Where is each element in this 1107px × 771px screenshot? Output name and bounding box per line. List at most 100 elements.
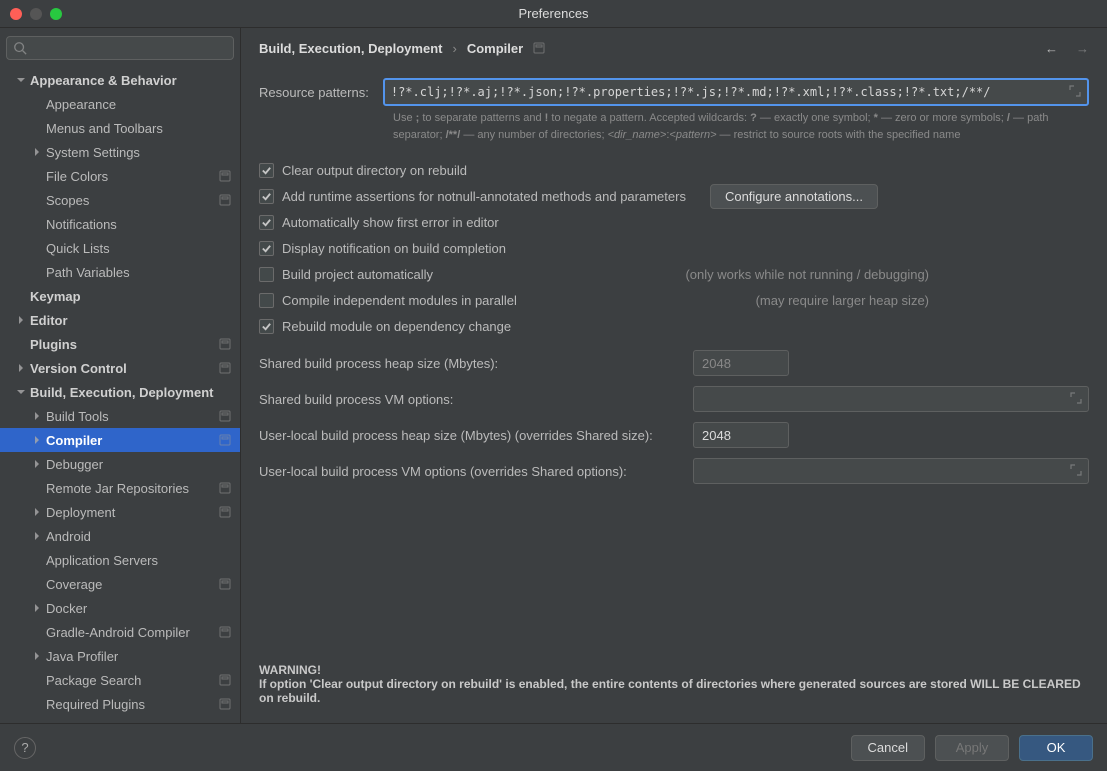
checkbox[interactable] (259, 215, 274, 230)
tree-item-menus-and-toolbars[interactable]: Menus and Toolbars (0, 116, 240, 140)
tree-item-build-tools[interactable]: Build Tools (0, 404, 240, 428)
apply-button: Apply (935, 735, 1009, 761)
project-scope-icon (218, 193, 232, 207)
expand-icon[interactable] (1070, 392, 1082, 407)
settings-tree: Appearance & Behavior Appearance Menus and… (0, 68, 240, 723)
tree-item-label: Docker (46, 601, 232, 616)
resource-patterns-hint: Use ; to separate patterns and ! to nega… (393, 110, 1089, 143)
chevron-right-icon: › (452, 41, 456, 56)
checkbox[interactable] (259, 267, 274, 282)
checkbox-row: Rebuild module on dependency change (259, 313, 1089, 339)
tree-item-deployment[interactable]: Deployment (0, 500, 240, 524)
tree-item-appearance-behavior[interactable]: Appearance & Behavior (0, 68, 240, 92)
checkbox[interactable] (259, 293, 274, 308)
ok-button[interactable]: OK (1019, 735, 1093, 761)
chevron-right-icon (30, 603, 44, 613)
checkbox-label[interactable]: Rebuild module on dependency change (282, 319, 511, 334)
checkbox-row: Clear output directory on rebuild (259, 157, 1089, 183)
tree-item-path-variables[interactable]: Path Variables (0, 260, 240, 284)
checkbox-label[interactable]: Compile independent modules in parallel (282, 293, 517, 308)
checkbox-label[interactable]: Automatically show first error in editor (282, 215, 499, 230)
tree-item-label: Debugger (46, 457, 232, 472)
tree-item-label: Deployment (46, 505, 218, 520)
content-pane: Build, Execution, Deployment › Compiler … (241, 28, 1107, 723)
configure-annotations-button[interactable]: Configure annotations... (710, 184, 878, 209)
tree-item-remote-jar-repositories[interactable]: Remote Jar Repositories (0, 476, 240, 500)
tree-item-appearance[interactable]: Appearance (0, 92, 240, 116)
tree-item-plugins[interactable]: Plugins (0, 332, 240, 356)
project-scope-icon (533, 42, 545, 54)
text-input[interactable] (693, 386, 1089, 412)
tree-item-version-control[interactable]: Version Control (0, 356, 240, 380)
tree-item-android[interactable]: Android (0, 524, 240, 548)
project-scope-icon (218, 505, 232, 519)
tree-item-required-plugins[interactable]: Required Plugins (0, 692, 240, 716)
tree-item-java-profiler[interactable]: Java Profiler (0, 644, 240, 668)
checkbox[interactable] (259, 163, 274, 178)
minimize-window-icon[interactable] (30, 8, 42, 20)
text-input[interactable] (693, 458, 1089, 484)
expand-icon[interactable] (1070, 464, 1082, 479)
titlebar: Preferences (0, 0, 1107, 28)
form-label: Shared build process heap size (Mbytes): (259, 356, 679, 371)
chevron-right-icon (30, 459, 44, 469)
tree-item-label: Build, Execution, Deployment (30, 385, 232, 400)
tree-item-application-servers[interactable]: Application Servers (0, 548, 240, 572)
resource-patterns-label: Resource patterns: (259, 85, 369, 100)
checkbox-label[interactable]: Clear output directory on rebuild (282, 163, 467, 178)
breadcrumb: Build, Execution, Deployment › Compiler … (241, 28, 1107, 68)
tree-item-label: Build Tools (46, 409, 218, 424)
checkbox-note: (only works while not running / debuggin… (685, 267, 1089, 282)
breadcrumb-segment: Compiler (467, 41, 523, 56)
tree-item-debugger[interactable]: Debugger (0, 452, 240, 476)
checkbox[interactable] (259, 241, 274, 256)
form-row: User-local build process VM options (ove… (259, 453, 1089, 489)
tree-item-label: Remote Jar Repositories (46, 481, 218, 496)
text-input[interactable]: 2048 (693, 350, 789, 376)
tree-item-label: Quick Lists (46, 241, 232, 256)
tree-item-label: Appearance & Behavior (30, 73, 232, 88)
project-scope-icon (218, 337, 232, 351)
tree-item-scopes[interactable]: Scopes (0, 188, 240, 212)
checkbox[interactable] (259, 319, 274, 334)
tree-item-build-execution-deployment[interactable]: Build, Execution, Deployment (0, 380, 240, 404)
tree-item-coverage[interactable]: Coverage (0, 572, 240, 596)
chevron-right-icon (30, 507, 44, 517)
tree-item-docker[interactable]: Docker (0, 596, 240, 620)
tree-item-package-search[interactable]: Package Search (0, 668, 240, 692)
checkbox[interactable] (259, 189, 274, 204)
breadcrumb-segment[interactable]: Build, Execution, Deployment (259, 41, 442, 56)
checkbox-label[interactable]: Add runtime assertions for notnull-annot… (282, 189, 686, 204)
tree-item-compiler[interactable]: Compiler (0, 428, 240, 452)
tree-item-label: Compiler (46, 433, 218, 448)
tree-item-notifications[interactable]: Notifications (0, 212, 240, 236)
project-scope-icon (218, 481, 232, 495)
checkbox-label[interactable]: Display notification on build completion (282, 241, 506, 256)
chevron-right-icon (14, 363, 28, 373)
checkbox-row: Automatically show first error in editor (259, 209, 1089, 235)
tree-item-gradle-android-compiler[interactable]: Gradle-Android Compiler (0, 620, 240, 644)
tree-item-label: Coverage (46, 577, 218, 592)
help-button[interactable]: ? (14, 737, 36, 759)
zoom-window-icon[interactable] (50, 8, 62, 20)
tree-item-quick-lists[interactable]: Quick Lists (0, 236, 240, 260)
tree-item-system-settings[interactable]: System Settings (0, 140, 240, 164)
text-input[interactable]: 2048 (693, 422, 789, 448)
close-window-icon[interactable] (10, 8, 22, 20)
expand-icon[interactable] (1069, 85, 1081, 100)
tree-item-file-colors[interactable]: File Colors (0, 164, 240, 188)
tree-item-keymap[interactable]: Keymap (0, 284, 240, 308)
chevron-right-icon (30, 435, 44, 445)
chevron-right-icon (14, 315, 28, 325)
tree-item-editor[interactable]: Editor (0, 308, 240, 332)
form-row: Shared build process VM options: (259, 381, 1089, 417)
back-arrow-icon[interactable]: ← (1045, 41, 1058, 56)
checkbox-label[interactable]: Build project automatically (282, 267, 433, 282)
search-input[interactable] (6, 36, 234, 60)
resource-patterns-input[interactable]: !?*.clj;!?*.aj;!?*.json;!?*.properties;!… (383, 78, 1089, 106)
sidebar: Appearance & Behavior Appearance Menus and… (0, 28, 241, 723)
project-scope-icon (218, 409, 232, 423)
tree-item-label: Menus and Toolbars (46, 121, 232, 136)
search-icon (13, 41, 27, 55)
cancel-button[interactable]: Cancel (851, 735, 925, 761)
